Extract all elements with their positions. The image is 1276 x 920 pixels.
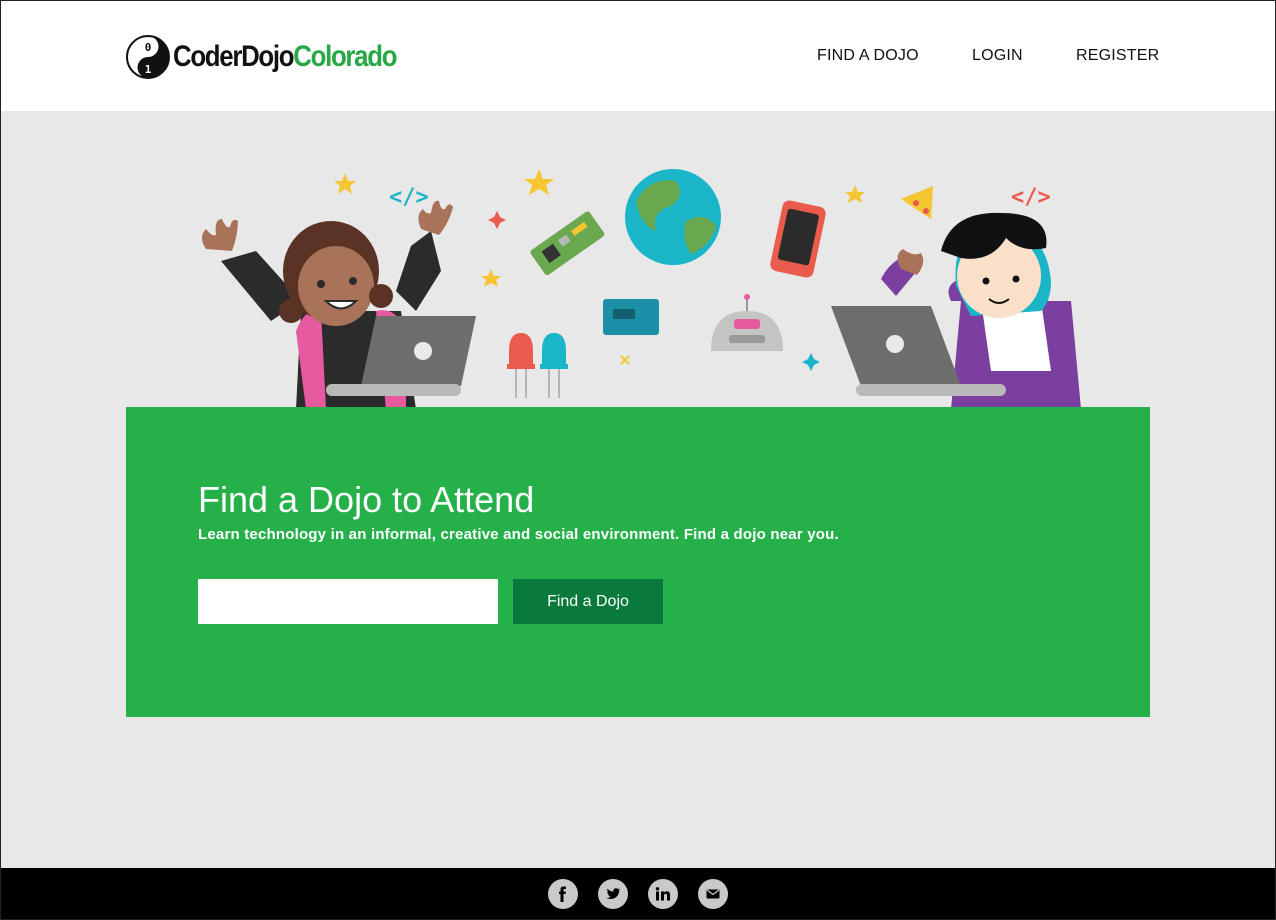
- panel-title: Find a Dojo to Attend: [198, 479, 535, 520]
- boy-figure: [831, 212, 1081, 409]
- find-dojo-panel: Find a Dojo to Attend Learn technology i…: [126, 407, 1150, 717]
- panel-subtitle: Learn technology in an informal, creativ…: [198, 526, 839, 543]
- pizza-slice: [901, 186, 933, 219]
- site-footer: [1, 868, 1275, 919]
- svg-text:0: 0: [145, 41, 152, 54]
- logo-wordmark: CoderDojo Colorado: [173, 40, 397, 74]
- yin-yang-logo-icon: 0 1: [126, 35, 170, 79]
- linkedin-icon[interactable]: [648, 879, 678, 909]
- dojo-search-input[interactable]: [198, 579, 498, 624]
- nav-find-a-dojo[interactable]: FIND A DOJO: [817, 47, 919, 65]
- email-icon[interactable]: [698, 879, 728, 909]
- globe: [625, 169, 721, 265]
- kids-coding-illustration: </> </>: [202, 169, 1081, 409]
- twitter-icon[interactable]: [598, 879, 628, 909]
- circuit-board: [530, 211, 605, 276]
- svg-text:1: 1: [145, 63, 152, 76]
- logo-text-colorado: Colorado: [293, 40, 397, 73]
- robot-head: [711, 294, 783, 351]
- svg-text:</>: </>: [1011, 185, 1051, 210]
- site-header: 0 1 CoderDojo Colorado FIND A DOJO LOGIN …: [1, 1, 1275, 111]
- girl-figure: [202, 200, 476, 409]
- find-a-dojo-button[interactable]: Find a Dojo: [513, 579, 663, 624]
- arduino-board: [603, 299, 659, 335]
- led-characters: [507, 333, 568, 398]
- nav-login[interactable]: LOGIN: [972, 47, 1023, 65]
- facebook-icon[interactable]: [548, 879, 578, 909]
- phone: [770, 200, 826, 278]
- coderdojo-colorado-logo[interactable]: 0 1 CoderDojo Colorado: [126, 34, 433, 80]
- nav-register[interactable]: REGISTER: [1076, 47, 1159, 65]
- logo-text-coderdojo: CoderDojo: [173, 40, 295, 73]
- svg-text:</>: </>: [389, 185, 429, 210]
